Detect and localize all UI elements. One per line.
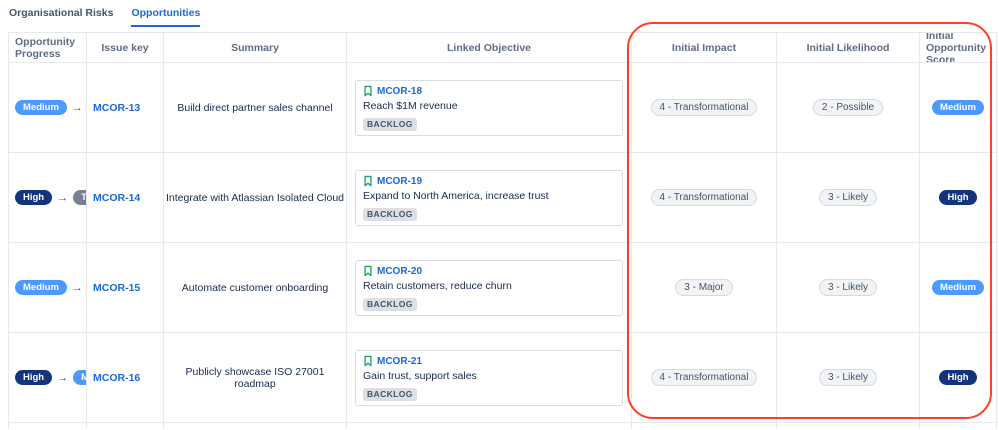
likelihood-value[interactable]: 2 - Possible <box>812 99 884 116</box>
progress-from-badge: High <box>15 370 53 385</box>
score-badge: Medium <box>932 280 984 295</box>
summary-text: Integrate with Atlassian Isolated Cloud <box>165 191 345 204</box>
col-header-summary: Summary <box>164 33 347 63</box>
cell-initial-likelihood: 3 - Likely <box>777 333 920 423</box>
cell-initial-likelihood: 3 - Likely <box>777 153 920 243</box>
cell-linked-objective: MCOR-19 Expand to North America, increas… <box>347 153 632 243</box>
cell-issue-key: MCOR-15 <box>87 243 164 333</box>
objective-title: Gain trust, support sales <box>363 369 477 382</box>
cell-initial-impact: 4 - Transformational <box>632 63 777 153</box>
issue-key-link[interactable]: MCOR-16 <box>93 372 140 384</box>
opportunities-table: Opportunity Progress Issue key Summary L… <box>8 32 997 429</box>
objective-bookmark-icon <box>364 265 372 277</box>
issue-key-link[interactable]: MCOR-13 <box>93 102 140 114</box>
issue-key-link[interactable]: MCOR-14 <box>93 192 140 204</box>
cell-initial-opportunity-score: High <box>920 333 996 423</box>
likelihood-value[interactable]: 3 - Likely <box>818 279 877 296</box>
cell-opportunity-progress: High → TBD <box>9 153 87 243</box>
arrow-right-icon: → <box>57 191 69 204</box>
view-tabs: Organisational Risks Opportunities <box>0 0 999 32</box>
table-row: High → Medium MCOR-16 Publicly showcase … <box>9 333 996 423</box>
impact-value[interactable]: 4 - Transformational <box>650 189 758 206</box>
table-row: Medium → TBD MCOR-15 Automate customer o… <box>9 243 996 333</box>
col-header-opportunity-progress: Opportunity Progress <box>9 33 87 63</box>
objective-status-badge: BACKLOG <box>363 207 417 221</box>
summary-text: Build direct partner sales channel <box>177 101 333 114</box>
progress-to-badge: Medium <box>73 370 86 385</box>
cell-issue-key: MCOR-16 <box>87 333 164 423</box>
arrow-right-icon: → <box>71 101 83 114</box>
progress-from-badge: High <box>15 190 53 205</box>
col-header-initial-likelihood: Initial Likelihood <box>777 33 920 63</box>
tab-organisational-risks[interactable]: Organisational Risks <box>9 7 113 27</box>
impact-value[interactable]: 3 - Major <box>675 279 733 296</box>
objective-key-link[interactable]: MCOR-18 <box>377 86 422 97</box>
score-badge: High <box>939 190 977 205</box>
table-row-partial <box>9 423 996 429</box>
cell-initial-opportunity-score: Medium <box>920 243 996 333</box>
col-header-issue-key: Issue key <box>87 33 164 63</box>
cell-opportunity-progress: High → Medium <box>9 333 87 423</box>
cell-opportunity-progress: Medium → TBD <box>9 63 87 153</box>
col-header-initial-impact: Initial Impact <box>632 33 777 63</box>
arrow-right-icon: → <box>71 281 83 294</box>
summary-text: Publicly showcase ISO 27001 roadmap <box>185 365 325 390</box>
cell-summary: Build direct partner sales channel <box>164 63 347 153</box>
cell-summary: Integrate with Atlassian Isolated Cloud <box>164 153 347 243</box>
cell-initial-opportunity-score: High <box>920 153 996 243</box>
score-badge: Medium <box>932 100 984 115</box>
cell-initial-likelihood: 3 - Likely <box>777 243 920 333</box>
objective-key-link[interactable]: MCOR-21 <box>377 356 422 367</box>
arrow-right-icon: → <box>57 371 69 384</box>
cell-linked-objective: MCOR-18 Reach $1M revenue BACKLOG <box>347 63 632 153</box>
cell-issue-key: MCOR-14 <box>87 153 164 243</box>
opportunities-register-screen: Organisational Risks Opportunities Oppor… <box>0 0 999 430</box>
objective-status-badge: BACKLOG <box>363 297 417 311</box>
col-header-linked-objective: Linked Objective <box>347 33 632 63</box>
table-row: Medium → TBD MCOR-13 Build direct partne… <box>9 63 996 153</box>
score-badge: High <box>939 370 977 385</box>
cell-issue-key: MCOR-13 <box>87 63 164 153</box>
cell-linked-objective: MCOR-20 Retain customers, reduce churn B… <box>347 243 632 333</box>
cell-initial-impact: 4 - Transformational <box>632 333 777 423</box>
table-row: High → TBD MCOR-14 Integrate with Atlass… <box>9 153 996 243</box>
objective-title: Expand to North America, increase trust <box>363 189 549 202</box>
progress-to-badge: TBD <box>73 190 86 205</box>
cell-opportunity-progress: Medium → TBD <box>9 243 87 333</box>
table-header-row: Opportunity Progress Issue key Summary L… <box>9 33 996 63</box>
cell-initial-opportunity-score: Medium <box>920 63 996 153</box>
cell-initial-likelihood: 2 - Possible <box>777 63 920 153</box>
impact-value[interactable]: 4 - Transformational <box>650 369 758 386</box>
cell-summary: Publicly showcase ISO 27001 roadmap <box>164 333 347 423</box>
impact-value[interactable]: 4 - Transformational <box>650 99 758 116</box>
likelihood-value[interactable]: 3 - Likely <box>818 189 877 206</box>
linked-objective-card[interactable]: MCOR-21 Gain trust, support sales BACKLO… <box>355 349 623 406</box>
objective-key-link[interactable]: MCOR-19 <box>377 176 422 187</box>
objective-title: Retain customers, reduce churn <box>363 279 512 292</box>
cell-summary: Automate customer onboarding <box>164 243 347 333</box>
tab-opportunities[interactable]: Opportunities <box>131 7 201 27</box>
cell-initial-impact: 3 - Major <box>632 243 777 333</box>
linked-objective-card[interactable]: MCOR-19 Expand to North America, increas… <box>355 169 623 226</box>
linked-objective-card[interactable]: MCOR-18 Reach $1M revenue BACKLOG <box>355 79 623 136</box>
objective-bookmark-icon <box>364 85 372 97</box>
likelihood-value[interactable]: 3 - Likely <box>818 369 877 386</box>
col-header-initial-opportunity-score: Initial Opportunity Score <box>920 33 996 63</box>
cell-initial-impact: 4 - Transformational <box>632 153 777 243</box>
objective-status-badge: BACKLOG <box>363 117 417 131</box>
linked-objective-card[interactable]: MCOR-20 Retain customers, reduce churn B… <box>355 259 623 316</box>
summary-text: Automate customer onboarding <box>181 281 329 294</box>
objective-title: Reach $1M revenue <box>363 99 458 112</box>
progress-from-badge: Medium <box>15 280 67 295</box>
objective-status-badge: BACKLOG <box>363 387 417 401</box>
issue-key-link[interactable]: MCOR-15 <box>93 282 140 294</box>
objective-bookmark-icon <box>364 355 372 367</box>
objective-bookmark-icon <box>364 175 372 187</box>
cell-linked-objective: MCOR-21 Gain trust, support sales BACKLO… <box>347 333 632 423</box>
objective-key-link[interactable]: MCOR-20 <box>377 266 422 277</box>
progress-from-badge: Medium <box>15 100 67 115</box>
